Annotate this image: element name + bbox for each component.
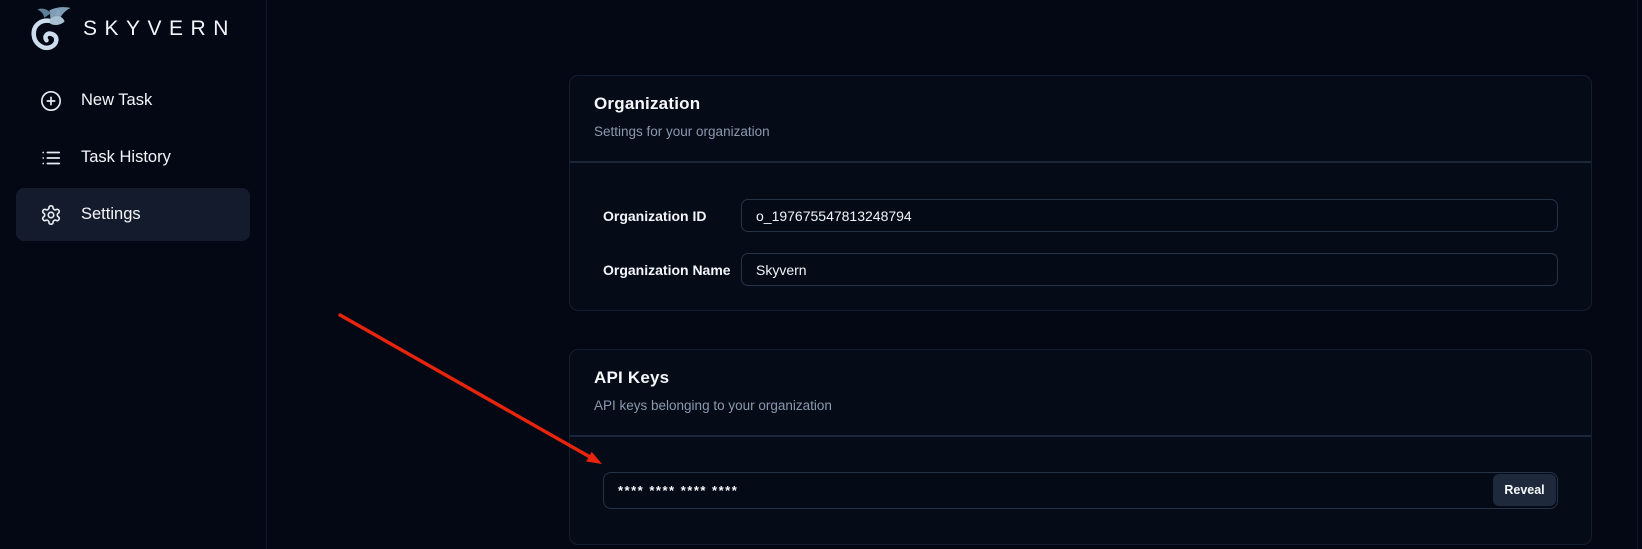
api-keys-card-title: API Keys [594, 368, 1567, 388]
sidebar-item-label: Task History [81, 148, 171, 167]
organization-id-label: Organization ID [603, 208, 741, 224]
api-key-row: Reveal [603, 472, 1558, 509]
gear-icon [40, 204, 62, 226]
window-edge-divider [1637, 0, 1638, 549]
sidebar-nav: New Task Task History Settings [16, 74, 250, 241]
organization-name-label: Organization Name [603, 262, 741, 278]
sidebar-item-label: Settings [81, 205, 141, 224]
reveal-button[interactable]: Reveal [1493, 474, 1556, 506]
sidebar-item-label: New Task [81, 91, 152, 110]
api-keys-card: API Keys API keys belonging to your orga… [569, 349, 1592, 545]
api-keys-card-subtitle: API keys belonging to your organization [594, 398, 1567, 413]
api-keys-card-header: API Keys API keys belonging to your orga… [570, 350, 1591, 437]
organization-name-input[interactable] [741, 253, 1558, 286]
organization-card-body: Organization ID Organization Name [570, 163, 1591, 286]
sidebar-item-task-history[interactable]: Task History [16, 131, 250, 184]
organization-card: Organization Settings for your organizat… [569, 75, 1592, 311]
organization-id-row: Organization ID [603, 199, 1558, 232]
organization-card-title: Organization [594, 94, 1567, 114]
organization-card-header: Organization Settings for your organizat… [570, 76, 1591, 163]
sidebar-item-new-task[interactable]: New Task [16, 74, 250, 127]
list-icon [40, 147, 62, 169]
sidebar-item-settings[interactable]: Settings [16, 188, 250, 241]
skyvern-logo[interactable]: SKYVERN [0, 0, 266, 54]
sidebar: SKYVERN New Task Task History Settings [0, 0, 267, 549]
organization-name-row: Organization Name [603, 253, 1558, 286]
skyvern-dragon-icon [24, 5, 72, 53]
organization-card-subtitle: Settings for your organization [594, 124, 1567, 139]
plus-circle-icon [40, 90, 62, 112]
api-key-field[interactable] [603, 472, 1558, 509]
logo-wordmark: SKYVERN [83, 17, 236, 41]
organization-id-input[interactable] [741, 199, 1558, 232]
